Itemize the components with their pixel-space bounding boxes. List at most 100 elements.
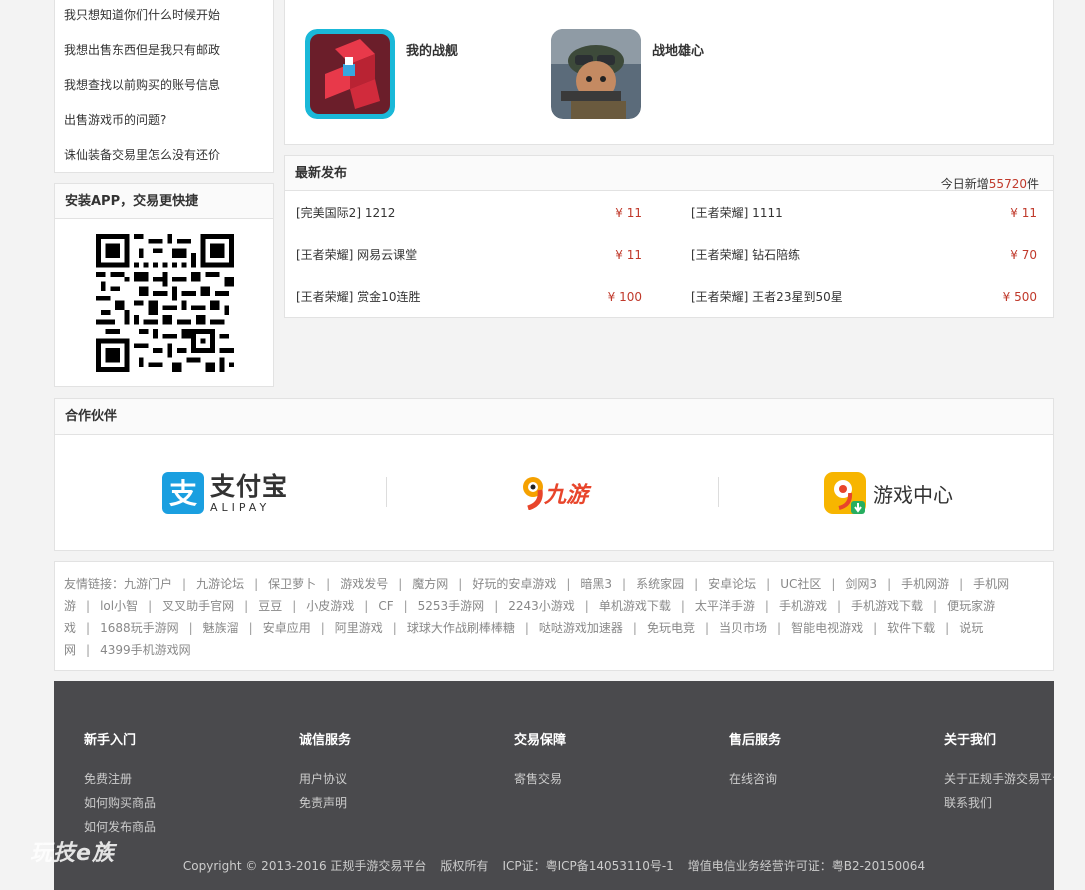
listing-name[interactable]: [王者荣耀] 钻石陪练 (691, 248, 800, 262)
icp-text[interactable]: ICP证：粤ICP备14053110号-1 (502, 859, 673, 873)
link-separator: | (86, 621, 91, 635)
faq-item[interactable]: 出售游戏币的问题? (55, 103, 273, 138)
friend-link[interactable]: 单机游戏下载 (599, 599, 671, 613)
friend-link[interactable]: 魅族溜 (203, 621, 239, 635)
friend-link[interactable]: 1688玩手游网 (100, 621, 179, 635)
copyright-text: Copyright © 2013-2016 正规手游交易平台 (182, 859, 427, 873)
svg-text:支: 支 (169, 478, 197, 509)
footer-link[interactable]: 免费注册 (84, 767, 284, 791)
link-separator: | (326, 577, 331, 591)
friend-link[interactable]: 当贝市场 (719, 621, 767, 635)
friend-link[interactable]: 好玩的安卓游戏 (472, 577, 556, 591)
partner-divider (386, 477, 387, 507)
game-name[interactable]: 战地雄心 (652, 40, 704, 59)
friend-link[interactable]: 叉叉助手官网 (162, 599, 234, 613)
jiuyou-logo[interactable]: 九游 (500, 435, 610, 551)
footer-link[interactable]: 在线咨询 (729, 767, 929, 791)
count-value: 55720 (988, 177, 1027, 191)
battleship-game-icon[interactable] (305, 29, 395, 119)
listing-row[interactable]: [王者荣耀] 王者23星到50星 ¥ 500 (691, 287, 1037, 307)
latest-title-text: 最新发布 (295, 166, 348, 181)
friend-link[interactable]: 手机游戏下载 (851, 599, 923, 613)
rights-text: 版权所有 (440, 859, 489, 873)
listing-name[interactable]: [王者荣耀] 赏金10连胜 (296, 290, 420, 304)
listing-row[interactable]: [王者荣耀] 1111 ¥ 11 (691, 203, 1037, 223)
link-separator: | (392, 621, 397, 635)
link-separator: | (254, 577, 259, 591)
listing-name[interactable]: [王者荣耀] 王者23星到50星 (691, 290, 843, 304)
footer-link[interactable]: 联系我们 (944, 791, 1054, 815)
friend-link[interactable]: 手机网游 (901, 577, 949, 591)
faq-item[interactable]: 我想查找以前购买的账号信息 (55, 68, 273, 103)
link-separator: | (887, 577, 892, 591)
friend-link[interactable]: 智能电视游戏 (791, 621, 863, 635)
listing-price: ¥ 11 (615, 248, 642, 262)
game-card[interactable]: 我的战舰 (305, 29, 545, 121)
gamecenter-icon[interactable] (823, 471, 867, 515)
footer-link[interactable]: 免责声明 (299, 791, 499, 815)
footer-link[interactable]: 关于正规手游交易平台 (944, 767, 1054, 791)
friend-link[interactable]: 暗黑3 (580, 577, 612, 591)
link-separator: | (836, 599, 842, 613)
friend-link[interactable]: 安卓论坛 (708, 577, 756, 591)
friend-link[interactable]: 哒哒游戏加速器 (539, 621, 623, 635)
listing-row[interactable]: [王者荣耀] 赏金10连胜 ¥ 100 (296, 287, 642, 307)
friend-link[interactable]: 魔方网 (412, 577, 448, 591)
faq-item[interactable]: 我只想知道你们什么时候开始 (55, 0, 273, 33)
gamecenter-logo[interactable]: 游戏中心 (818, 435, 958, 551)
footer-link[interactable]: 用户协议 (299, 767, 499, 791)
footer-link[interactable]: 如何购买商品 (84, 791, 284, 815)
hot-games-panel: 我的战舰 战地雄心 (284, 0, 1054, 145)
footer-col-aftersales: 售后服务 在线咨询 (729, 729, 929, 791)
friend-link[interactable]: 2243小游戏 (508, 599, 575, 613)
soldier-game-icon[interactable] (551, 29, 641, 119)
friend-link[interactable]: 保卫萝卜 (268, 577, 316, 591)
link-separator: | (188, 621, 193, 635)
link-separator: | (945, 621, 950, 635)
friend-link[interactable]: 太平洋手游 (695, 599, 755, 613)
listing-name[interactable]: [完美国际2] 1212 (296, 206, 395, 220)
footer-link[interactable]: 寄售交易 (514, 767, 714, 791)
friend-link[interactable]: 5253手游网 (418, 599, 485, 613)
listing-row[interactable]: [完美国际2] 1212 ¥ 11 (296, 203, 642, 223)
listing-price: ¥ 100 (607, 290, 642, 304)
link-separator: | (398, 577, 403, 591)
friend-link[interactable]: 豆豆 (258, 599, 282, 613)
friend-link[interactable]: 游戏发号 (340, 577, 388, 591)
friend-link[interactable]: 九游门户 (124, 577, 172, 591)
link-separator: | (458, 577, 463, 591)
friend-link[interactable]: CF (378, 599, 393, 613)
footer-col-title: 关于我们 (944, 733, 997, 748)
game-card[interactable]: 战地雄心 (551, 29, 791, 121)
listing-row[interactable]: [王者荣耀] 网易云课堂 ¥ 11 (296, 245, 642, 265)
link-separator: | (292, 599, 297, 613)
friend-link[interactable]: 免玩电竞 (647, 621, 695, 635)
friend-link[interactable]: 九游论坛 (196, 577, 244, 591)
friend-link[interactable]: UC社区 (780, 577, 821, 591)
friend-link[interactable]: 安卓应用 (263, 621, 311, 635)
faq-item[interactable]: 诛仙装备交易里怎么没有还价 (55, 138, 273, 173)
friend-link[interactable]: 4399手机游戏网 (100, 643, 191, 657)
friend-link[interactable]: 小皮游戏 (306, 599, 354, 613)
friend-link[interactable]: lol小智 (100, 599, 138, 613)
license-text: 增值电信业务经营许可证：粤B2-20150064 (687, 859, 926, 873)
listing-name[interactable]: [王者荣耀] 网易云课堂 (296, 248, 417, 262)
friend-link[interactable]: 阿里游戏 (335, 621, 383, 635)
game-name[interactable]: 我的战舰 (406, 40, 458, 59)
faq-item[interactable]: 我想出售东西但是我只有邮政 (55, 33, 273, 68)
friend-links-list: 九游门户 | 九游论坛 | 保卫萝卜 | 游戏发号 | 魔方网 | 好玩的安卓游戏 | 暗黑3 | 系统家园… (64, 577, 1009, 657)
friend-link[interactable]: 球球大作战刷棒棒糖 (407, 621, 515, 635)
listing-price: ¥ 11 (1010, 206, 1037, 220)
jiuyou-icon[interactable] (522, 476, 544, 510)
friend-link[interactable]: 系统家园 (636, 577, 684, 591)
link-separator: | (777, 621, 782, 635)
listing-row[interactable]: [王者荣耀] 钻石陪练 ¥ 70 (691, 245, 1037, 265)
listing-name[interactable]: [王者荣耀] 1111 (691, 206, 783, 220)
footer-col-title: 售后服务 (729, 733, 782, 748)
friend-link[interactable]: 手机游戏 (779, 599, 827, 613)
link-separator: | (182, 577, 187, 591)
link-separator: | (873, 621, 878, 635)
alipay-logo[interactable]: 支 支付宝 ALIPAY (155, 435, 295, 551)
friend-link[interactable]: 软件下载 (887, 621, 935, 635)
friend-link[interactable]: 剑网3 (845, 577, 877, 591)
